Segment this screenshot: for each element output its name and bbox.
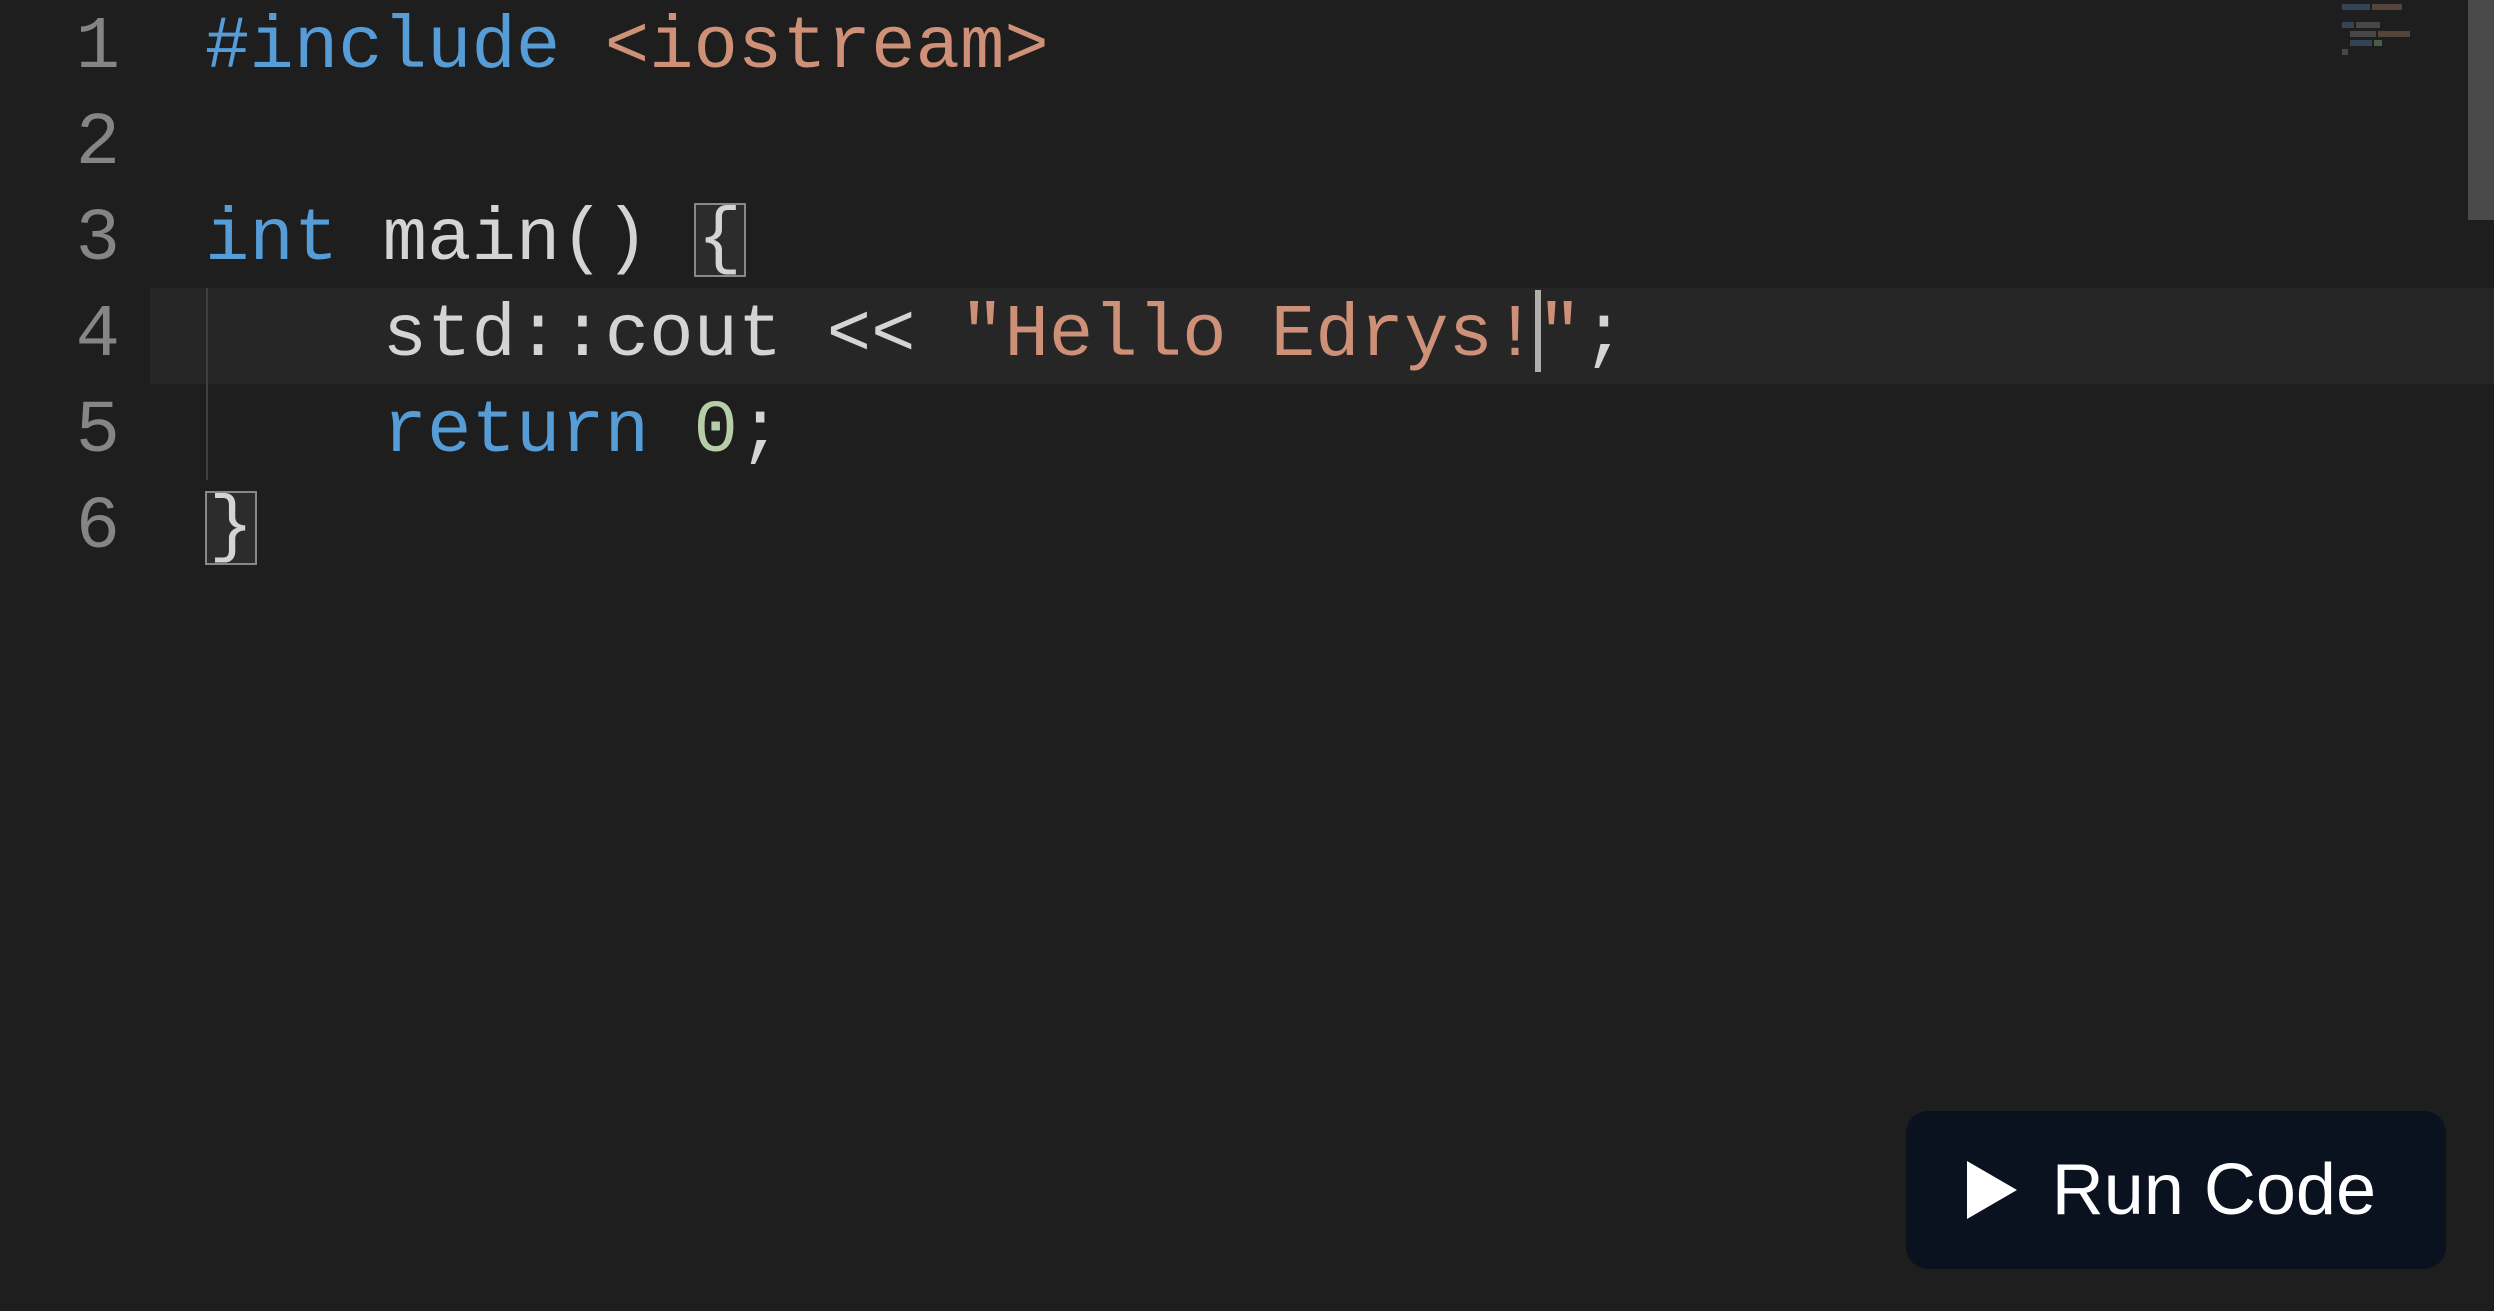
operator-token: << bbox=[827, 294, 916, 378]
run-code-label: Run Code bbox=[2052, 1149, 2376, 1231]
minimap-line bbox=[2342, 49, 2442, 55]
string-token: Hello Edrys! bbox=[1004, 294, 1537, 378]
include-path-token: <iostream> bbox=[605, 6, 1049, 90]
code-line-3[interactable]: int main() { bbox=[150, 192, 2494, 288]
code-line-6[interactable]: } bbox=[150, 480, 2494, 576]
close-brace-token: } bbox=[205, 491, 257, 565]
minimap-line bbox=[2342, 40, 2442, 46]
number-token: 0 bbox=[694, 390, 738, 474]
open-brace-token: { bbox=[694, 203, 746, 277]
code-line-4[interactable]: std::cout << "Hello Edrys!"; bbox=[150, 288, 2494, 384]
keyword-token: return bbox=[383, 390, 649, 474]
keyword-token: int bbox=[205, 198, 338, 282]
string-token: " bbox=[1537, 294, 1581, 378]
scope-token: :: bbox=[516, 294, 605, 378]
minimap-line bbox=[2342, 4, 2442, 10]
semicolon-token: ; bbox=[1582, 294, 1626, 378]
text-cursor bbox=[1535, 290, 1541, 372]
line-number: 1 bbox=[0, 0, 150, 96]
code-line-1[interactable]: #include <iostream> bbox=[150, 0, 2494, 96]
minimap-line bbox=[2342, 13, 2442, 19]
punctuation-token: () bbox=[560, 198, 649, 282]
scrollbar-thumb[interactable] bbox=[2468, 0, 2494, 220]
preprocessor-token: #include bbox=[205, 6, 560, 90]
identifier-token: cout bbox=[605, 294, 783, 378]
function-token: main bbox=[383, 198, 561, 282]
indent-guide bbox=[206, 288, 208, 384]
minimap-line bbox=[2342, 22, 2442, 28]
code-line-2[interactable] bbox=[150, 96, 2494, 192]
line-number: 4 bbox=[0, 288, 150, 384]
semicolon-token: ; bbox=[738, 390, 782, 474]
play-icon bbox=[1966, 1161, 2018, 1219]
line-number: 2 bbox=[0, 96, 150, 192]
vertical-scrollbar[interactable] bbox=[2468, 0, 2494, 1311]
namespace-token: std bbox=[383, 294, 516, 378]
line-number: 3 bbox=[0, 192, 150, 288]
line-number: 6 bbox=[0, 480, 150, 576]
code-line-5[interactable]: return 0; bbox=[150, 384, 2494, 480]
indent-guide bbox=[206, 384, 208, 480]
line-number: 5 bbox=[0, 384, 150, 480]
run-code-button[interactable]: Run Code bbox=[1906, 1111, 2446, 1269]
line-number-gutter: 1 2 3 4 5 6 bbox=[0, 0, 150, 1311]
minimap[interactable] bbox=[2342, 4, 2442, 54]
string-token: " bbox=[960, 294, 1004, 378]
minimap-line bbox=[2342, 31, 2442, 37]
